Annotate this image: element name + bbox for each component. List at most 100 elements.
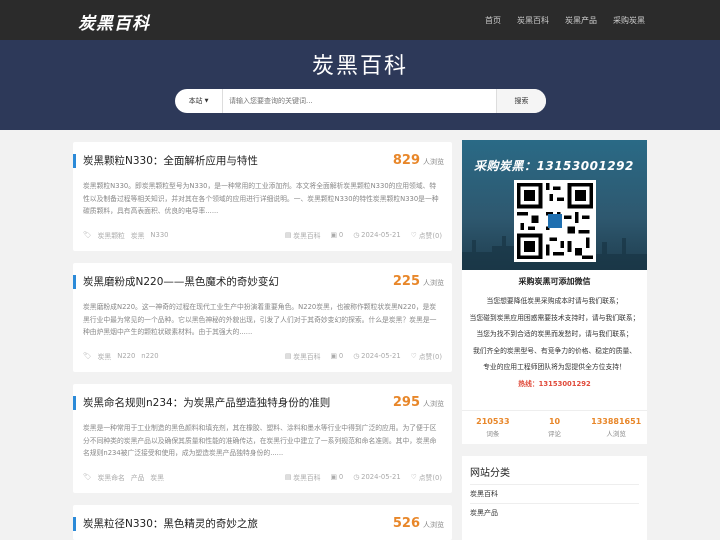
tag-link[interactable]: N220 bbox=[117, 352, 135, 360]
nav-item-home[interactable]: 首页 bbox=[485, 15, 501, 26]
article-title[interactable]: 炭黑粒径N330：黑色精灵的奇妙之旅 bbox=[73, 517, 258, 531]
stat-value: 10 bbox=[548, 417, 561, 426]
comment-count: 0 bbox=[338, 231, 344, 239]
article-views: 295 人浏览 bbox=[393, 395, 444, 410]
tag-link[interactable]: 炭黑 bbox=[150, 472, 164, 482]
tag-link[interactable]: N330 bbox=[150, 231, 168, 239]
site-logo[interactable]: 炭黑百科 bbox=[78, 9, 150, 34]
search-scope-label: 本站 bbox=[188, 97, 203, 105]
purchase-banner: 采购炭黑：13153001292 bbox=[462, 140, 647, 270]
like-button[interactable]: 点赞(0) bbox=[419, 472, 442, 482]
search-input[interactable] bbox=[223, 89, 496, 113]
tag-link[interactable]: 产品 bbox=[131, 472, 145, 482]
article-meta: 🏷 炭黑 N220 n220 ▤ 炭黑百科 ▣ 0 ◷ 2024-05-21 ♡ 点赞(… bbox=[83, 350, 442, 362]
nav-item-wiki[interactable]: 炭黑百科 bbox=[517, 15, 549, 26]
tag-link[interactable]: 炭黑命名 bbox=[98, 472, 125, 482]
article-views: 225 人浏览 bbox=[393, 274, 444, 289]
article-date: 2024-05-21 bbox=[361, 352, 401, 360]
search-bar: 本站 ▼ 搜索 bbox=[175, 89, 546, 113]
tag-link[interactable]: 炭黑颗粒 bbox=[98, 230, 125, 240]
wechat-qr-code[interactable] bbox=[514, 180, 596, 262]
clock-icon: ◷ bbox=[353, 473, 360, 481]
views-count: 225 bbox=[392, 274, 420, 289]
stat-value: 133881651 bbox=[591, 417, 642, 426]
banner-phone-text: 采购炭黑：13153001292 bbox=[474, 159, 634, 173]
caret-down-icon: ▼ bbox=[204, 98, 209, 104]
article-date: 2024-05-21 bbox=[361, 231, 401, 239]
contact-line: 当您碰到炭黑应用困惑需要技术支持时，请与我们联系； bbox=[469, 313, 640, 322]
contact-widget: 采购炭黑：13153001292 采购炭黑可添加微信 当您想要降低炭黑采购成本时… bbox=[462, 140, 647, 444]
tag-icon: 🏷 bbox=[83, 352, 92, 360]
tag-icon: 🏷 bbox=[83, 231, 92, 239]
article-title[interactable]: 炭黑颗粒N330：全面解析应用与特性 bbox=[73, 154, 258, 168]
wechat-heading: 采购炭黑可添加微信 bbox=[518, 277, 591, 286]
article-views: 829 人浏览 bbox=[393, 153, 444, 168]
article-card: 炭黑命名规则n234：为炭黑产品塑造独特身份的准则 295 人浏览 炭黑是一种常… bbox=[73, 384, 452, 493]
contact-line: 当您为找不到合适的炭黑而发愁时，请与我们联系； bbox=[476, 330, 633, 338]
article-views: 526 人浏览 bbox=[393, 516, 444, 531]
article-stats: ▤ 炭黑百科 ▣ 0 ◷ 2024-05-21 ♡ 点赞(0) bbox=[285, 351, 442, 361]
stat-label: 评论 bbox=[548, 430, 561, 438]
thumbs-up-icon: ♡ bbox=[410, 231, 417, 239]
nav-item-purchase[interactable]: 采购炭黑 bbox=[613, 15, 645, 26]
nav-item-products[interactable]: 炭黑产品 bbox=[565, 15, 597, 26]
views-unit: 人浏览 bbox=[423, 279, 444, 287]
search-scope-select[interactable]: 本站 ▼ bbox=[175, 89, 223, 113]
article-title[interactable]: 炭黑命名规则n234：为炭黑产品塑造独特身份的准则 bbox=[73, 396, 330, 410]
main-nav: 首页 炭黑百科 炭黑产品 采购炭黑 bbox=[485, 0, 645, 40]
article-card: 炭黑颗粒N330：全面解析应用与特性 829 人浏览 炭黑颗粒N330。即炭黑颗… bbox=[73, 142, 452, 251]
top-navbar: 炭黑百科 首页 炭黑百科 炭黑产品 采购炭黑 bbox=[0, 0, 720, 40]
tag-link[interactable]: 炭黑 bbox=[131, 230, 145, 240]
article-stats: ▤ 炭黑百科 ▣ 0 ◷ 2024-05-21 ♡ 点赞(0) bbox=[285, 230, 442, 240]
comment-icon: ▣ bbox=[330, 231, 337, 239]
thumbs-up-icon: ♡ bbox=[410, 473, 417, 481]
category-item[interactable]: 炭黑产品 bbox=[470, 503, 639, 522]
article-card: 炭黑粒径N330：黑色精灵的奇妙之旅 526 人浏览 bbox=[73, 505, 452, 540]
category-item[interactable]: 炭黑百科 bbox=[470, 484, 639, 503]
like-button[interactable]: 点赞(0) bbox=[419, 230, 442, 240]
views-count: 829 bbox=[392, 153, 420, 168]
stat-value: 210533 bbox=[476, 417, 510, 426]
contact-line: 专业的应用工程师团队将为您提供全方位支持！ bbox=[483, 363, 626, 371]
stat-views: 133881651 人浏览 bbox=[585, 411, 647, 444]
article-stats: ▤ 炭黑百科 ▣ 0 ◷ 2024-05-21 ♡ 点赞(0) bbox=[285, 472, 442, 482]
article-meta: 🏷 炭黑颗粒 炭黑 N330 ▤ 炭黑百科 ▣ 0 ◷ 2024-05-21 ♡ 点赞(… bbox=[83, 229, 442, 241]
article-tags: 🏷 炭黑命名 产品 炭黑 bbox=[83, 472, 164, 482]
stat-entries: 210533 词条 bbox=[462, 411, 524, 444]
comment-icon: ▣ bbox=[330, 473, 337, 481]
article-category[interactable]: 炭黑百科 bbox=[293, 472, 320, 482]
categories-widget: 网站分类 炭黑百科 炭黑产品 bbox=[462, 456, 647, 540]
views-unit: 人浏览 bbox=[423, 400, 444, 408]
folder-icon: ▤ bbox=[284, 352, 292, 360]
thumbs-up-icon: ♡ bbox=[410, 352, 417, 360]
comment-icon: ▣ bbox=[330, 352, 337, 360]
article-excerpt: 炭黑磨粉成N220。这一神奇的过程在现代工业生产中扮演着重要角色。N220炭黑，… bbox=[83, 303, 437, 336]
tag-link[interactable]: n220 bbox=[141, 352, 158, 360]
clock-icon: ◷ bbox=[353, 352, 360, 360]
hotline[interactable]: 热线：13153001292 bbox=[462, 376, 647, 393]
stat-label: 人浏览 bbox=[606, 430, 626, 438]
categories-title: 网站分类 bbox=[470, 468, 510, 479]
tag-link[interactable]: 炭黑 bbox=[98, 351, 112, 361]
article-category[interactable]: 炭黑百科 bbox=[293, 351, 320, 361]
article-card: 炭黑磨粉成N220——黑色魔术的奇妙变幻 225 人浏览 炭黑磨粉成N220。这… bbox=[73, 263, 452, 372]
article-category[interactable]: 炭黑百科 bbox=[293, 230, 320, 240]
article-excerpt: 炭黑是一种常用于工业制造的黑色颜料和填充剂，其在橡胶、塑料、涂料和墨水等行业中得… bbox=[83, 424, 437, 457]
views-count: 526 bbox=[392, 516, 420, 531]
article-title[interactable]: 炭黑磨粉成N220——黑色魔术的奇妙变幻 bbox=[73, 275, 279, 289]
hero-banner: 炭黑百科 本站 ▼ 搜索 bbox=[0, 40, 720, 130]
search-button[interactable]: 搜索 bbox=[496, 89, 546, 113]
folder-icon: ▤ bbox=[284, 473, 292, 481]
contact-description: 当您想要降低炭黑采购成本时请与我们联系； 当您碰到炭黑应用困惑需要技术支持时，请… bbox=[462, 293, 647, 392]
site-stats: 210533 词条 10 评论 133881651 人浏览 bbox=[462, 410, 647, 444]
views-unit: 人浏览 bbox=[423, 521, 444, 529]
article-tags: 🏷 炭黑颗粒 炭黑 N330 bbox=[83, 230, 168, 240]
clock-icon: ◷ bbox=[353, 231, 360, 239]
like-button[interactable]: 点赞(0) bbox=[419, 351, 442, 361]
contact-line: 当您想要降低炭黑采购成本时请与我们联系； bbox=[486, 297, 623, 305]
stat-label: 词条 bbox=[486, 430, 500, 438]
article-meta: 🏷 炭黑命名 产品 炭黑 ▤ 炭黑百科 ▣ 0 ◷ 2024-05-21 ♡ 点赞(0) bbox=[83, 471, 442, 483]
contact-line: 我们齐全的炭黑型号、有竞争力的价格、稳定的质量、 bbox=[472, 346, 637, 355]
views-count: 295 bbox=[392, 395, 420, 410]
folder-icon: ▤ bbox=[284, 231, 292, 239]
